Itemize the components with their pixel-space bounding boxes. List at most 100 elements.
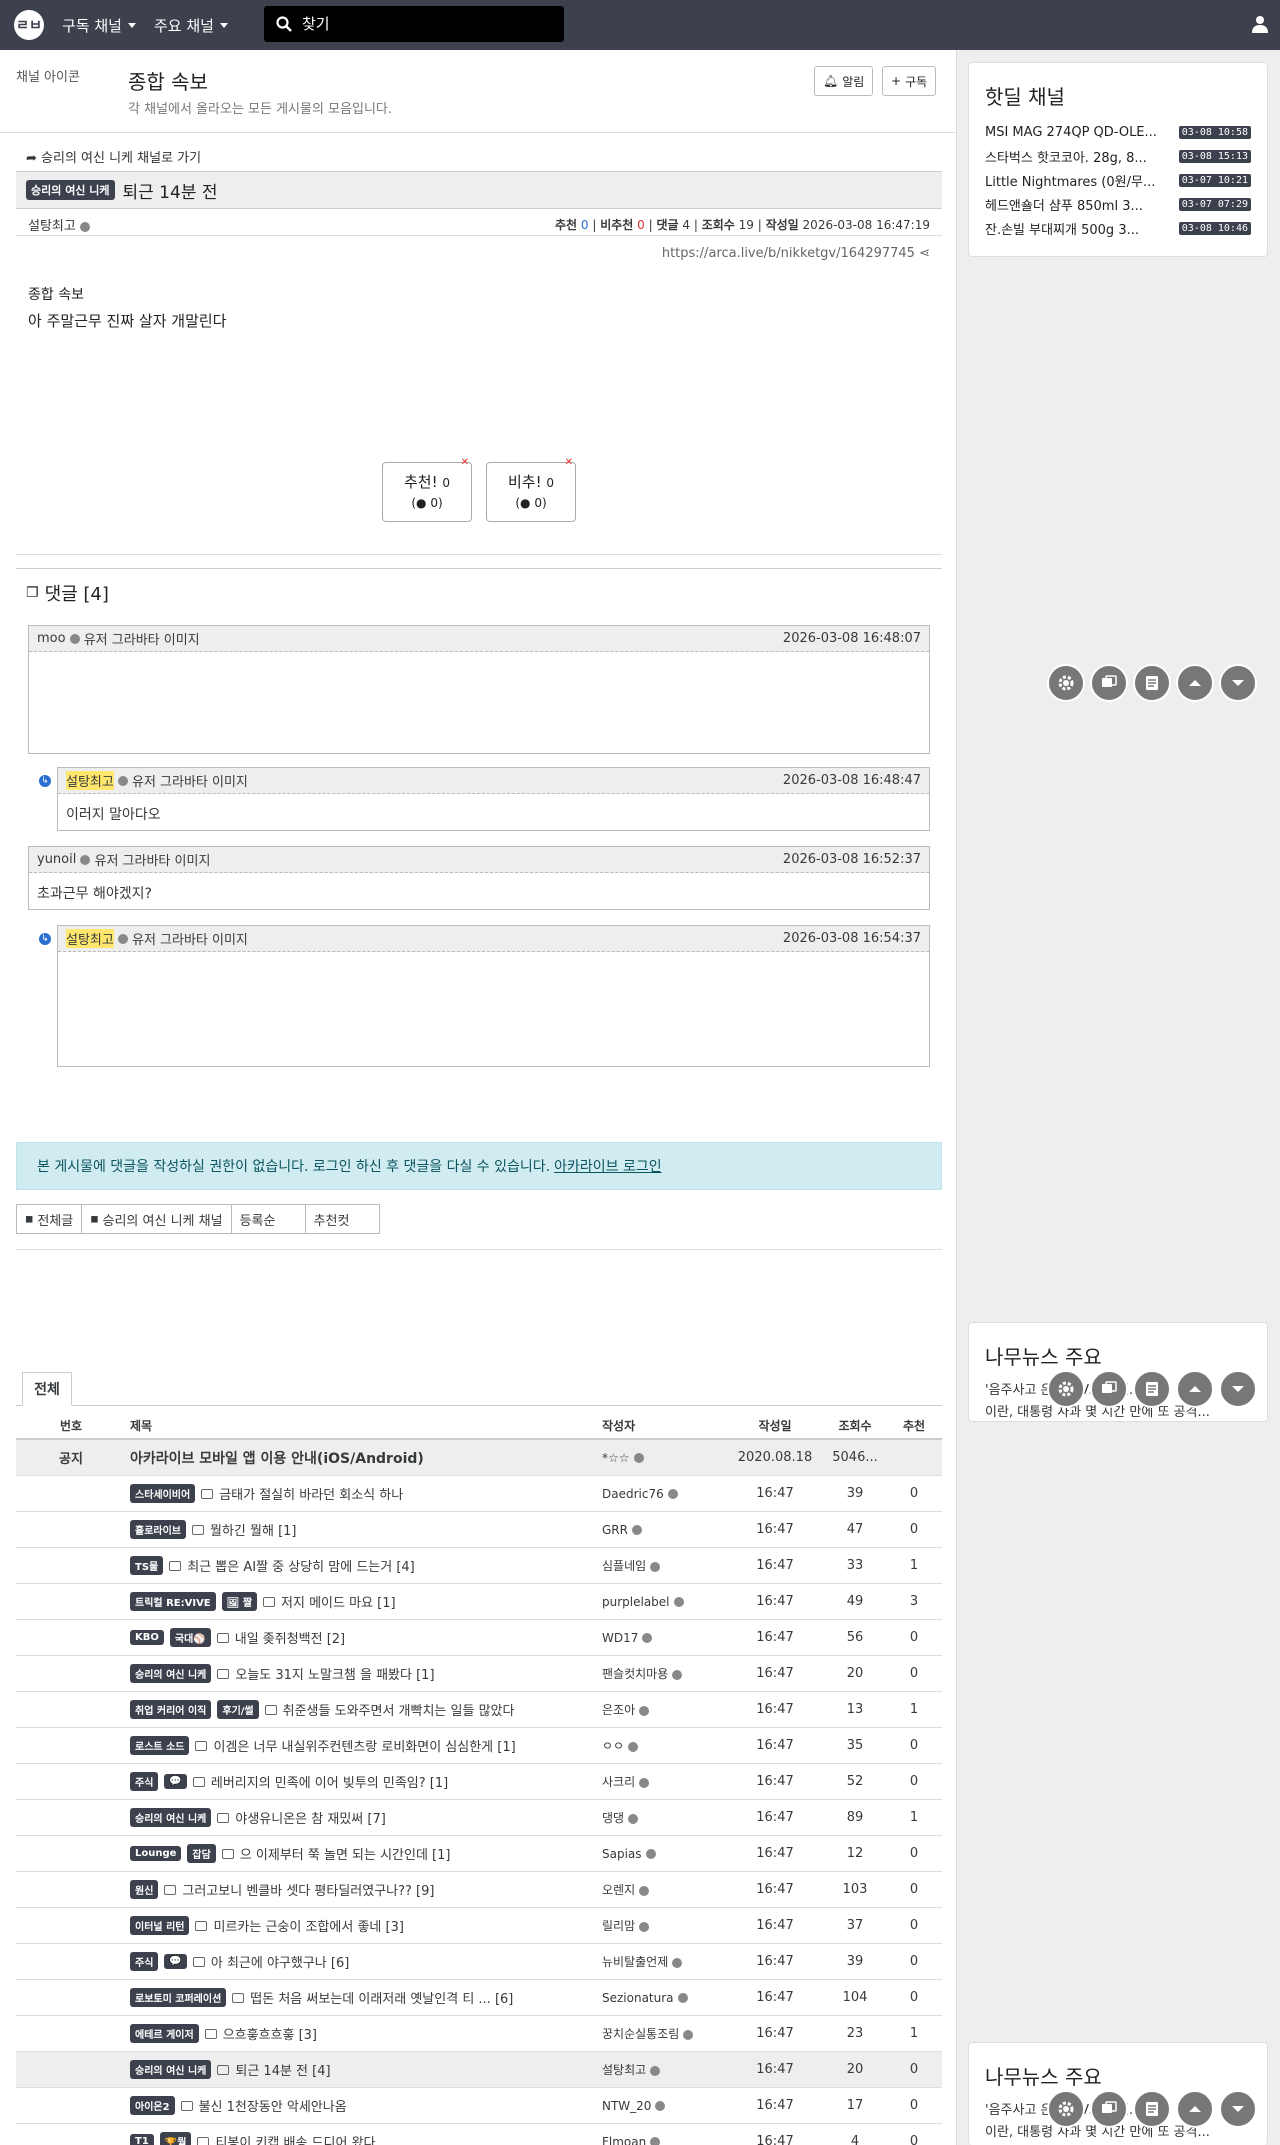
post-title-cell[interactable]: 아이온2 불신 1천장동안 악세안나옴	[130, 2096, 600, 2115]
comment-author[interactable]: yunoil	[37, 852, 76, 867]
list-item[interactable]: 로스트 소드 이겜은 너무 내실위주컨텐츠랑 로비화면이 심심한게 [1] ㅇㅇ 16…	[16, 1728, 942, 1764]
list-item[interactable]: 취업 커리어 이직 후기/썰 취준생들 도와주면서 개빡치는 일들 많았다 은조아 16…	[16, 1692, 942, 1728]
post-title-cell[interactable]: 주식 💬 레버리지의 민족에 이어 빚투의 민족임? [1]	[130, 1772, 600, 1791]
post-title[interactable]: 불신 1천장동안 악세안나옴	[199, 2096, 347, 2115]
upvote-button[interactable]: 추천! 0 (● 0) ✕	[382, 457, 472, 522]
subscribe-button[interactable]: + 구독	[882, 66, 937, 96]
category-badge[interactable]: 💬	[164, 1774, 187, 1789]
post-title[interactable]: 금태가 절실히 바라던 회소식 하나	[219, 1484, 403, 1503]
post-title[interactable]: 최근 뽑은 AI짤 중 상당히 맘에 드는거 [4]	[187, 1556, 415, 1575]
list-item[interactable]: 원신 그러고보니 벤클바 셋다 평타딜러였구나?? [9] 오렌지 16:47 103 0	[16, 1872, 942, 1908]
post-title-cell[interactable]: 스타세이비어 금태가 절실히 바라던 회소식 하나	[130, 1484, 600, 1503]
post-title-cell[interactable]: 승리의 여신 니케 야생유니온은 참 재밌써 [7]	[130, 1808, 600, 1827]
category-badge[interactable]: 트릭컬 RE:VIVE	[130, 1592, 216, 1611]
post-title-cell[interactable]: TS물 최근 뽑은 AI짤 중 상당히 맘에 드는거 [4]	[130, 1556, 600, 1575]
post-title-cell[interactable]: 주식 💬 아 최근에 야구했구나 [6]	[130, 1952, 600, 1971]
post-title-cell[interactable]: 홀로라이브 뭘하긴 뭘해 [1]	[130, 1520, 600, 1539]
list-button[interactable]	[1133, 664, 1171, 702]
close-icon[interactable]: ✕	[461, 457, 469, 468]
comment-author[interactable]: 설탕최고	[66, 929, 114, 948]
settings-button[interactable]	[1047, 1370, 1085, 1408]
post-title[interactable]: 저지 메이드 마요 [1]	[281, 1592, 396, 1611]
hotdeal-title[interactable]: Little Nightmares (0원/무...	[985, 171, 1173, 190]
category-badge[interactable]: 주식	[130, 1952, 159, 1971]
hotdeal-item[interactable]: 잔.손빌 부대찌개 500g 3... 03-08 10:46	[969, 216, 1267, 240]
filter-all-posts[interactable]: ◼ 전체글	[16, 1204, 83, 1234]
category-badge[interactable]: 아이온2	[130, 2096, 175, 2115]
filter-channel[interactable]: ◼ 승리의 여신 니케 채널	[81, 1204, 232, 1234]
post-title-cell[interactable]: 취업 커리어 이직 후기/썰 취준생들 도와주면서 개빡치는 일들 많았다	[130, 1700, 600, 1719]
list-item[interactable]: KBO 국대⚾ 내일 좆쥐청백전 [2] WD17 16:47 56 0	[16, 1620, 942, 1656]
post-url[interactable]: https://arca.live/b/nikketgv/164297745 ⋖	[662, 246, 930, 261]
post-title[interactable]: 으 이제부터 쭉 놀면 되는 시간인데 [1]	[240, 1844, 451, 1863]
tab-all[interactable]: 전체	[22, 1372, 72, 1406]
list-item[interactable]: 홀로라이브 뭘하긴 뭘해 [1] GRR 16:47 47 0	[16, 1512, 942, 1548]
post-title[interactable]: 취준생들 도와주면서 개빡치는 일들 많았다	[283, 1700, 515, 1719]
category-badge[interactable]: 주식	[130, 1772, 159, 1791]
comments-button[interactable]	[1090, 664, 1128, 702]
category-badge[interactable]: 국대⚾	[169, 1628, 211, 1647]
search-input[interactable]	[302, 15, 542, 33]
post-title[interactable]: 아카라이브 모바일 앱 이용 안내(iOS/Android)	[130, 1448, 600, 1468]
main-channels-menu[interactable]: 주요 채널	[154, 15, 228, 36]
widget-title[interactable]: 핫딜 채널	[969, 63, 1267, 120]
post-title[interactable]: 내일 좆쥐청백전 [2]	[235, 1628, 345, 1647]
category-badge[interactable]: 이터널 리턴	[130, 1916, 190, 1935]
post-title-cell[interactable]: KBO 국대⚾ 내일 좆쥐청백전 [2]	[130, 1628, 600, 1647]
list-item[interactable]: Lounge 잡담 으 이제부터 쭉 놀면 되는 시간인데 [1] Sapias 16:…	[16, 1836, 942, 1872]
scroll-top-button[interactable]	[1176, 1370, 1214, 1408]
hotdeal-title[interactable]: 스타벅스 핫코코아. 28g, 8...	[985, 147, 1173, 166]
list-item[interactable]: 아이온2 불신 1천장동안 악세안나옴 NTW_20 16:47 17 0	[16, 2088, 942, 2124]
category-badge[interactable]: 후기/썰	[217, 1700, 259, 1719]
post-title[interactable]: 야생유니온은 참 재밌써 [7]	[235, 1808, 385, 1827]
notification-button[interactable]: 🔔︎ 알림	[814, 66, 874, 96]
scroll-bottom-button[interactable]	[1219, 664, 1257, 702]
comments-button[interactable]	[1090, 2090, 1128, 2128]
hotdeal-item[interactable]: 헤드앤숄더 샴푸 850ml 3... 03-07 07:29	[969, 192, 1267, 216]
comments-button[interactable]	[1090, 1370, 1128, 1408]
list-item[interactable]: 에테르 게이저 으흐흫흐흐흫 [3] 꿍치순실통조림 16:47 23 1	[16, 2016, 942, 2052]
post-title-cell[interactable]: 승리의 여신 니케 오늘도 31지 노말크챔 을 패봤다 [1]	[130, 1664, 600, 1683]
list-item[interactable]: 승리의 여신 니케 퇴근 14분 전 [4] 설탕최고 16:47 20 0	[16, 2052, 942, 2088]
post-title-cell[interactable]: 로스트 소드 이겜은 너무 내실위주컨텐츠랑 로비화면이 심심한게 [1]	[130, 1736, 600, 1755]
category-badge[interactable]: 스타세이비어	[130, 1484, 196, 1503]
hotdeal-item[interactable]: MSI MAG 274QP QD-OLE... 03-08 10:58	[969, 120, 1267, 144]
list-item[interactable]: T1 🏆뭘 티봉이 키캡 배송 드디어 왔다 Flmoan 16:47 4 0	[16, 2124, 942, 2145]
scroll-bottom-button[interactable]	[1219, 2090, 1257, 2128]
settings-button[interactable]	[1047, 2090, 1085, 2128]
list-item[interactable]: 로보토미 코퍼레이션 떱돈 처음 써보는데 이래저래 옛날인격 티 ... [6]…	[16, 1980, 942, 2016]
hotdeal-title[interactable]: 헤드앤숄더 샴푸 850ml 3...	[985, 195, 1173, 214]
category-badge[interactable]: 🏆뭘	[159, 2132, 192, 2145]
list-item[interactable]: 스타세이비어 금태가 절실히 바라던 회소식 하나 Daedric76 16:47 39…	[16, 1476, 942, 1512]
post-title[interactable]: 그러고보니 벤클바 셋다 평타딜러였구나?? [9]	[182, 1880, 434, 1899]
list-item[interactable]: 주식 💬 레버리지의 민족에 이어 빚투의 민족임? [1] 사크리 16:47 52 0	[16, 1764, 942, 1800]
post-title[interactable]: 퇴근 14분 전 [4]	[235, 2060, 330, 2079]
back-to-channel-link[interactable]: ➦ 승리의 여신 니케 채널로 가기	[26, 147, 201, 166]
category-badge[interactable]: 로스트 소드	[130, 1736, 190, 1755]
category-badge[interactable]: Lounge	[130, 1846, 182, 1861]
hotdeal-item[interactable]: 스타벅스 핫코코아. 28g, 8... 03-08 15:13	[969, 144, 1267, 168]
post-title[interactable]: 이겜은 너무 내실위주컨텐츠랑 로비화면이 심심한게 [1]	[213, 1736, 515, 1755]
downvote-button[interactable]: 비추! 0 (● 0) ✕	[486, 457, 576, 522]
search-icon[interactable]	[276, 16, 292, 32]
scroll-top-button[interactable]	[1176, 664, 1214, 702]
notice-row[interactable]: 공지 아카라이브 모바일 앱 이용 안내(iOS/Android) *☆☆ 20…	[16, 1440, 942, 1476]
post-title[interactable]: 레버리지의 민족에 이어 빚투의 민족임? [1]	[211, 1772, 448, 1791]
category-badge[interactable]: 홀로라이브	[130, 1520, 186, 1539]
post-title[interactable]: 미르카는 근숭이 조합에서 좋네 [3]	[213, 1916, 403, 1935]
list-item[interactable]: 승리의 여신 니케 야생유니온은 참 재밌써 [7] 댕댕 16:47 89 1	[16, 1800, 942, 1836]
share-icon[interactable]: ⋖	[919, 246, 930, 261]
list-button[interactable]	[1133, 1370, 1171, 1408]
list-item[interactable]: TS물 최근 뽑은 AI짤 중 상당히 맘에 드는거 [4] 심플네임 16:47 33…	[16, 1548, 942, 1584]
category-badge[interactable]: 승리의 여신 니케	[130, 1808, 212, 1827]
post-title-cell[interactable]: 원신 그러고보니 벤클바 셋다 평타딜러였구나?? [9]	[130, 1880, 600, 1899]
post-title-cell[interactable]: Lounge 잡담 으 이제부터 쭉 놀면 되는 시간인데 [1]	[130, 1844, 600, 1863]
list-item[interactable]: 트릭컬 RE:VIVE 🖼 짤 저지 메이드 마요 [1] purplelabel 16…	[16, 1584, 942, 1620]
category-badge[interactable]: 🖼 짤	[221, 1592, 258, 1611]
post-title[interactable]: 아 최근에 야구했구나 [6]	[211, 1952, 349, 1971]
hotdeal-title[interactable]: MSI MAG 274QP QD-OLE...	[985, 125, 1173, 140]
comment-author[interactable]: 설탕최고	[66, 771, 114, 790]
post-title-cell[interactable]: 트릭컬 RE:VIVE 🖼 짤 저지 메이드 마요 [1]	[130, 1592, 600, 1611]
category-badge[interactable]: T1	[130, 2134, 154, 2145]
category-badge[interactable]: 승리의 여신 니케	[130, 1664, 212, 1683]
